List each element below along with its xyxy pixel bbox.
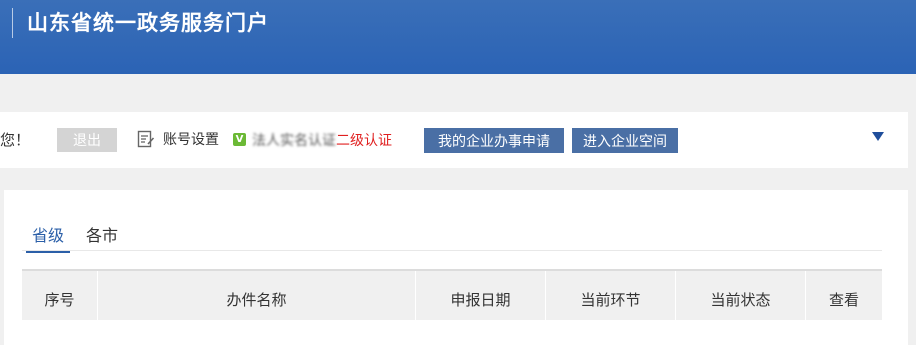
greeting-text: 您！ <box>0 131 31 149</box>
certification-status: 法人实名认证二级认证 <box>252 130 392 150</box>
header-divider <box>12 8 13 38</box>
enter-enterprise-space-button[interactable]: 进入企业空间 <box>572 128 678 153</box>
column-header-index: 序号 <box>22 271 98 320</box>
column-header-date: 申报日期 <box>416 271 546 320</box>
logout-button[interactable]: 退出 <box>57 128 117 152</box>
portal-title: 山东省统一政务服务门户 <box>27 11 269 35</box>
column-header-step: 当前环节 <box>546 271 676 320</box>
dropdown-arrow-icon[interactable] <box>872 132 884 141</box>
column-header-name: 办件名称 <box>98 271 416 320</box>
account-settings-label: 账号设置 <box>163 132 219 148</box>
applications-panel: 省级 各市 序号 办件名称 申报日期 当前环节 当前状态 查看 <box>4 190 908 345</box>
portal-header: 山东省统一政务服务门户 <box>0 0 916 74</box>
certification-level-text: 二级认证 <box>336 133 392 149</box>
account-settings-link[interactable]: 账号设置 <box>137 129 219 149</box>
tab-province[interactable]: 省级 <box>26 222 71 253</box>
column-header-view: 查看 <box>828 291 859 309</box>
tab-city[interactable]: 各市 <box>80 222 124 246</box>
level-tabs: 省级 各市 <box>22 220 882 253</box>
user-toolbar: 您！ 退出 账号设置 V 法人实名认证二级认证 我的企业办事申请 进入企业空间 <box>0 112 908 168</box>
edit-document-icon <box>137 130 155 148</box>
column-header-status: 当前状态 <box>676 271 806 320</box>
certification-type-text: 法人实名认证 <box>252 133 336 149</box>
applications-table-header: 序号 办件名称 申报日期 当前环节 当前状态 查看 <box>22 269 882 320</box>
verified-badge-icon: V <box>233 133 246 146</box>
my-enterprise-applications-button[interactable]: 我的企业办事申请 <box>424 128 564 153</box>
